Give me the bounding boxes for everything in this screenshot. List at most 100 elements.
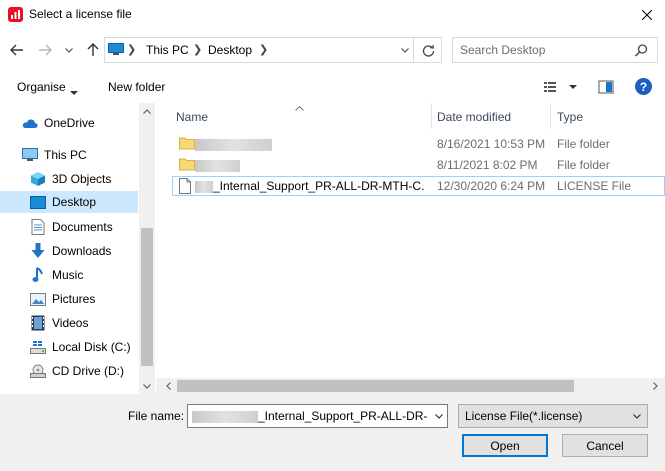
sidebar-item-label: 3D Objects — [52, 172, 112, 186]
arrow-left-icon — [10, 44, 23, 56]
sidebar-item-label: Pictures — [52, 292, 96, 306]
file-list-scroll-thumb[interactable] — [177, 380, 574, 392]
sidebar-scroll-thumb[interactable] — [141, 228, 153, 366]
sidebar-item-desktop[interactable]: Desktop — [0, 191, 138, 213]
breadcrumb-separator-icon[interactable]: ❯ — [259, 43, 268, 56]
arrow-right-icon — [39, 44, 52, 56]
cloud-icon — [22, 115, 38, 131]
sidebar-item-label: Videos — [52, 316, 89, 330]
column-divider[interactable] — [550, 103, 551, 129]
organise-button[interactable]: Organise — [17, 80, 66, 94]
search-icon[interactable] — [633, 43, 649, 59]
back-button[interactable] — [6, 39, 28, 61]
computer-icon — [108, 43, 124, 56]
file-date: 12/30/2020 6:24 PM — [437, 179, 546, 193]
scroll-up-icon[interactable] — [139, 103, 155, 119]
sidebar-item-onedrive[interactable]: OneDrive — [22, 112, 95, 134]
desktop-icon — [30, 194, 46, 210]
pictures-icon — [30, 291, 46, 307]
sidebar-item-label: Music — [52, 268, 84, 282]
preview-pane-button[interactable] — [598, 79, 614, 95]
redacted-name — [192, 410, 258, 423]
preview-pane-icon — [598, 80, 614, 94]
cube-icon — [30, 171, 46, 187]
scroll-down-icon[interactable] — [139, 378, 155, 394]
breadcrumb-this-pc[interactable]: This PC — [146, 43, 189, 57]
column-header-name[interactable]: Name — [176, 110, 208, 124]
address-dropdown-button[interactable] — [398, 42, 412, 58]
file-name-field[interactable]: _Internal_Support_PR-ALL-DR-MTH — [187, 404, 448, 428]
file-name — [195, 137, 425, 151]
scroll-right-icon[interactable] — [647, 378, 663, 394]
sidebar-item-local-disk[interactable]: Local Disk (C:) — [30, 336, 131, 358]
refresh-icon — [422, 44, 434, 57]
file-name — [195, 158, 425, 172]
new-folder-button[interactable]: New folder — [108, 80, 165, 94]
file-type: File folder — [557, 137, 610, 151]
chevron-down-icon — [401, 47, 409, 53]
sort-ascending-icon — [295, 100, 304, 114]
close-icon — [641, 10, 652, 20]
file-name-label: File name: — [128, 409, 185, 423]
breadcrumb-desktop[interactable]: Desktop — [208, 43, 252, 57]
table-row[interactable]: 8/16/2021 10:53 PM File folder — [172, 134, 665, 154]
help-icon: ? — [639, 79, 648, 94]
column-divider[interactable] — [431, 103, 432, 129]
redacted-name — [195, 138, 272, 151]
sidebar-item-label: OneDrive — [44, 116, 95, 130]
scroll-left-icon[interactable] — [160, 378, 176, 394]
sidebar-item-pictures[interactable]: Pictures — [30, 288, 95, 310]
recent-locations-button[interactable] — [62, 41, 76, 59]
open-button[interactable]: Open — [462, 434, 548, 457]
window-title: Select a license file — [29, 7, 132, 21]
sidebar-item-label: This PC — [44, 148, 87, 162]
file-type: LICENSE File — [557, 179, 632, 193]
table-row[interactable]: 8/11/2021 8:02 PM File folder — [172, 155, 665, 175]
sidebar-item-label: Documents — [52, 220, 113, 234]
cd-drive-icon — [30, 363, 46, 379]
address-bar[interactable]: ❯ This PC ❯ Desktop ❯ — [104, 37, 442, 63]
video-icon — [30, 315, 46, 331]
sidebar-item-this-pc[interactable]: This PC — [22, 144, 87, 166]
document-icon — [30, 219, 46, 235]
cancel-button[interactable]: Cancel — [562, 434, 648, 457]
sidebar-item-label: CD Drive (D:) — [52, 364, 124, 378]
sidebar-item-music[interactable]: Music — [30, 264, 83, 286]
sidebar-item-label: Desktop — [52, 195, 97, 209]
file-type-select[interactable]: License File(*.license) — [458, 404, 648, 428]
file-type: File folder — [557, 158, 610, 172]
help-button[interactable]: ? — [635, 78, 652, 95]
search-box[interactable] — [452, 37, 658, 63]
file-name-value[interactable]: _Internal_Support_PR-ALL-DR-MTH — [192, 409, 428, 423]
table-row[interactable]: _Internal_Support_PR-ALL-DR-MTH-C... 12/… — [172, 176, 665, 196]
up-button[interactable] — [82, 39, 104, 61]
file-date: 8/16/2021 10:53 PM — [437, 137, 546, 151]
forward-button[interactable] — [34, 39, 56, 61]
refresh-button[interactable] — [413, 37, 442, 63]
sidebar-item-cd-drive[interactable]: CD Drive (D:) — [30, 360, 124, 382]
redacted-name — [195, 159, 240, 172]
file-type-value: License File(*.license) — [465, 409, 583, 423]
column-header-date[interactable]: Date modified — [437, 110, 511, 124]
change-view-button[interactable] — [543, 79, 579, 95]
redacted-name — [195, 180, 213, 193]
close-button[interactable] — [628, 0, 665, 30]
breadcrumb-separator-icon[interactable]: ❯ — [127, 43, 136, 56]
folder-icon — [179, 136, 195, 152]
sidebar-item-3d-objects[interactable]: 3D Objects — [30, 168, 111, 190]
column-header-type[interactable]: Type — [557, 110, 583, 124]
search-input[interactable] — [460, 43, 630, 57]
sidebar-item-label: Local Disk (C:) — [52, 340, 131, 354]
app-icon — [8, 7, 23, 22]
file-name: _Internal_Support_PR-ALL-DR-MTH-C... — [195, 179, 425, 193]
dropdown-arrow-icon[interactable] — [70, 85, 78, 99]
breadcrumb-separator-icon[interactable]: ❯ — [193, 43, 202, 56]
title-bar: Select a license file — [0, 0, 665, 30]
sidebar-item-downloads[interactable]: Downloads — [30, 240, 111, 262]
chevron-down-icon[interactable] — [432, 409, 446, 423]
details-view-icon — [544, 82, 577, 92]
sidebar-item-videos[interactable]: Videos — [30, 312, 88, 334]
arrow-up-icon — [87, 43, 99, 56]
sidebar-item-documents[interactable]: Documents — [30, 216, 113, 238]
download-icon — [30, 243, 46, 259]
